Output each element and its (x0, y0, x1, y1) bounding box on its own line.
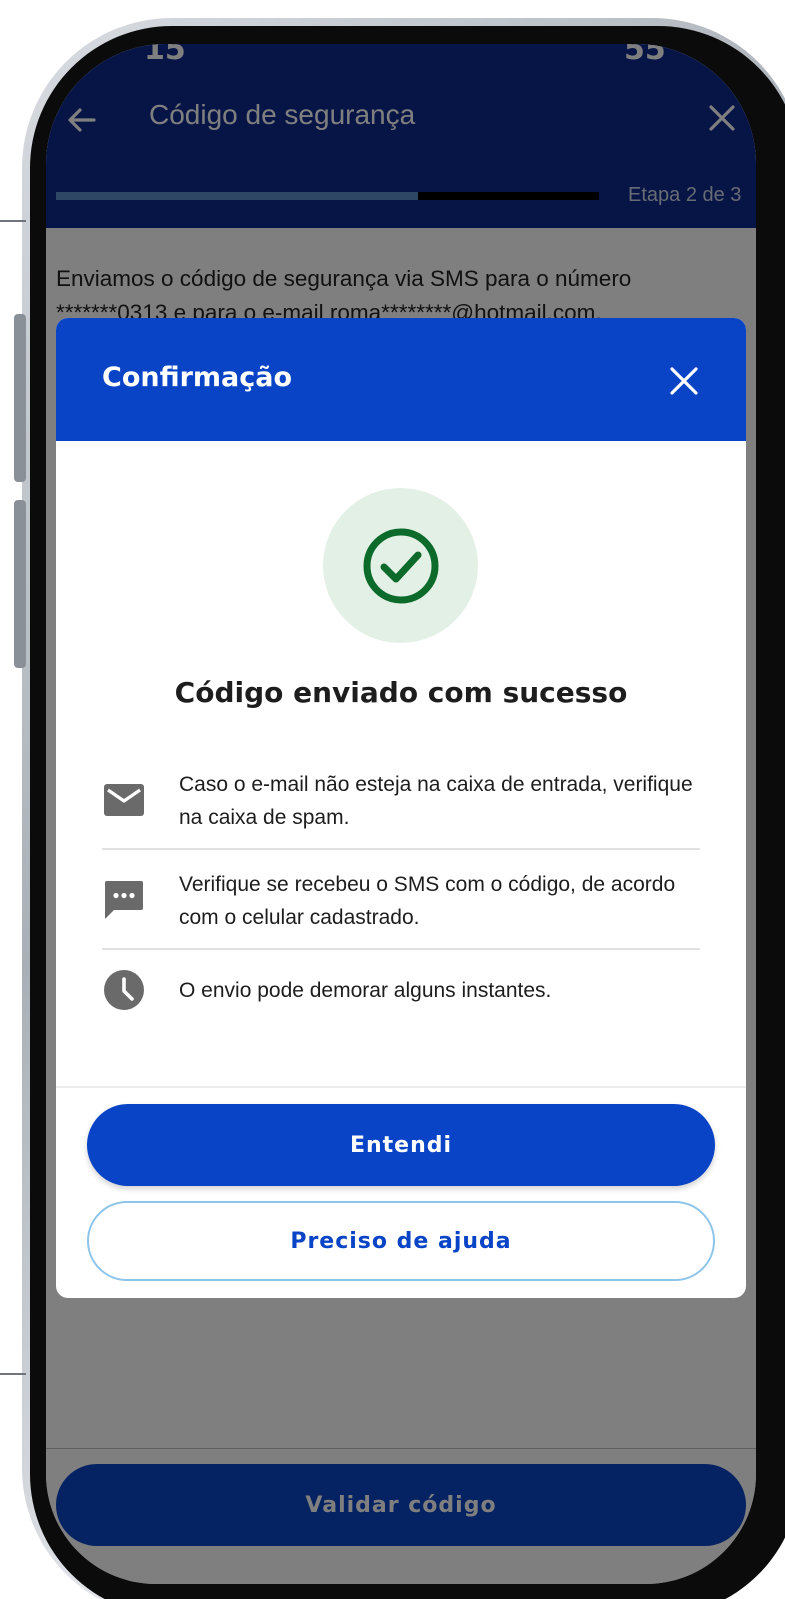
modal-title: Confirmação (102, 362, 293, 393)
modal-header: Confirmação (56, 318, 746, 441)
modal-close-icon[interactable] (668, 365, 700, 397)
side-button-upper (14, 314, 26, 482)
info-text-delay: O envio pode demorar alguns instantes. (179, 979, 552, 1002)
info-text-email: Caso o e-mail não esteja na caixa de ent… (179, 773, 693, 829)
side-button-lower (14, 500, 26, 668)
phone-screen: 15 55 Código de segurança Etapa 2 de 3 E… (46, 44, 756, 1584)
confirmation-modal: Confirmação Código enviado com sucesso C… (56, 318, 746, 1298)
need-help-button[interactable]: Preciso de ajuda (87, 1201, 715, 1281)
sms-icon (105, 881, 143, 919)
modal-footer-divider (56, 1086, 746, 1088)
info-item-sms: Verifique se recebeu o SMS com o código,… (102, 868, 700, 938)
clock-icon (104, 970, 144, 1010)
info-divider (102, 948, 700, 950)
understood-button[interactable]: Entendi (87, 1104, 715, 1186)
mail-icon (104, 784, 144, 816)
success-title: Código enviado com sucesso (174, 676, 628, 709)
info-text-sms: Verifique se recebeu o SMS com o código,… (179, 873, 676, 929)
frame-antenna-line-bottom (0, 1373, 26, 1375)
success-badge (323, 488, 478, 643)
info-item-email: Caso o e-mail não esteja na caixa de ent… (102, 768, 700, 838)
info-divider (102, 848, 700, 850)
info-item-delay: O envio pode demorar alguns instantes. (102, 968, 700, 1018)
check-circle-icon (363, 528, 438, 603)
frame-antenna-line-top (0, 220, 26, 222)
